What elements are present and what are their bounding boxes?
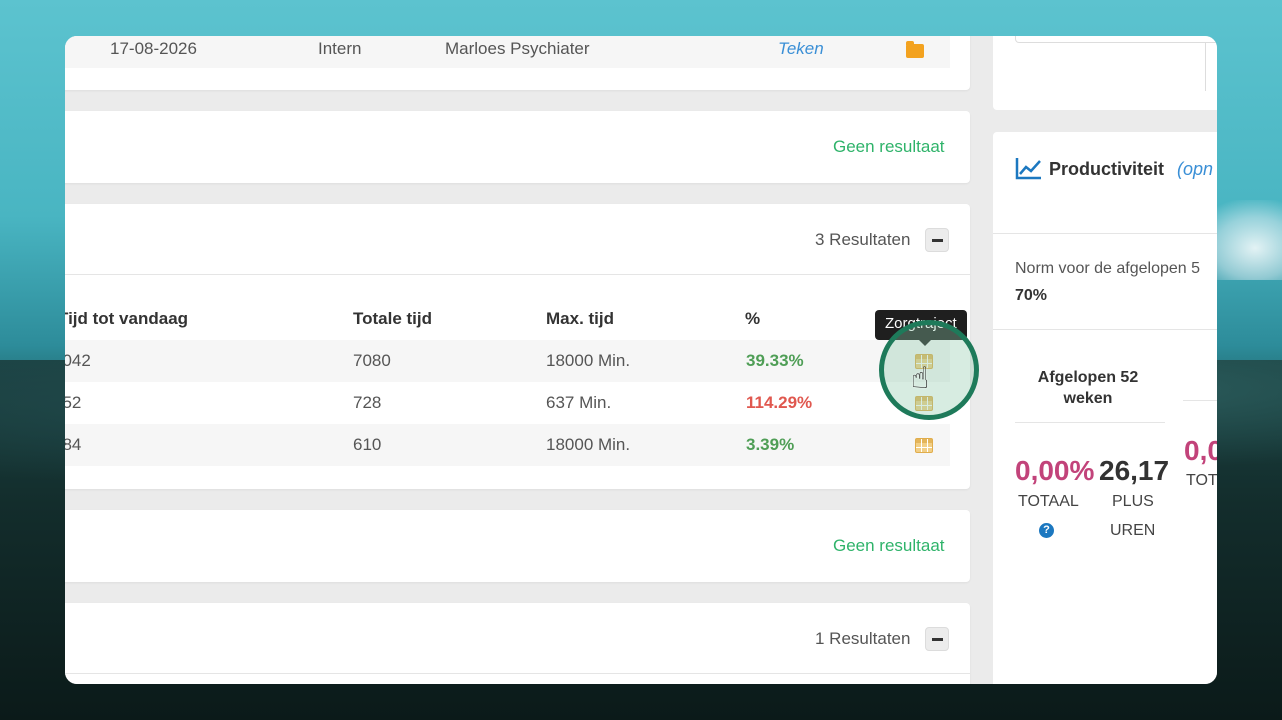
cell-time-to-date: 452	[65, 393, 82, 412]
appointment-panel: 17-08-2026 Intern Marloes Psychiater Tek…	[65, 36, 970, 90]
productivity-title: Productiviteit	[1049, 159, 1165, 179]
appointment-date: 17-08-2026	[110, 39, 197, 58]
norm-label: Norm voor de afgelopen 5	[1015, 260, 1200, 277]
total-percentage: 0,00%	[1015, 455, 1095, 486]
cell-total-time: 728	[353, 393, 382, 412]
folder-icon[interactable]	[906, 41, 924, 58]
cell-total-time: 610	[353, 435, 382, 454]
divider	[1205, 43, 1217, 91]
period-label: Afgelopen 52 weken	[1037, 369, 1139, 407]
calendar-grid-icon[interactable]	[915, 438, 933, 453]
cell-percent: 114.29%	[746, 393, 813, 412]
divider	[1015, 422, 1165, 423]
section-panel-empty-2: Geen resultaat	[65, 510, 970, 582]
section-panel-results: 3 Resultaten Tijd tot vandaag Totale tij…	[65, 204, 970, 489]
appointment-type: Intern	[318, 39, 362, 58]
cell-time-to-date: 584	[65, 435, 82, 454]
hours-label: UREN	[1110, 522, 1156, 539]
productivity-link[interactable]: (opn	[1177, 159, 1213, 180]
sidebar-top-widget	[993, 36, 1217, 110]
table-row[interactable]: 452 728 637 Min. 114.29%	[65, 382, 950, 424]
cell-max-time: 18000 Min.	[546, 351, 631, 370]
col-header-total-time: Totale tijd	[353, 309, 433, 328]
help-icon[interactable]: ?	[1039, 523, 1054, 538]
divider	[993, 329, 1217, 330]
results-count: 1 Resultaten	[815, 629, 911, 648]
third-label: TOT	[1186, 472, 1217, 489]
plus-label: PLUS	[1112, 493, 1154, 510]
results-count: 3 Resultaten	[815, 230, 911, 249]
collapse-button[interactable]	[925, 627, 949, 651]
col-header-percent: %	[745, 309, 761, 328]
divider	[65, 274, 970, 275]
plus-hours-value: 26,17	[1099, 455, 1170, 486]
cell-max-time: 18000 Min.	[546, 435, 631, 454]
divider	[65, 673, 970, 674]
section-panel-results-2: 1 Resultaten	[65, 603, 970, 684]
sign-link[interactable]: Teken	[778, 39, 824, 59]
table-row[interactable]: 584 610 18000 Min. 3.39%	[65, 424, 950, 466]
col-header-max-time: Max. tijd	[546, 309, 615, 328]
section-panel-empty-1: Geen resultaat	[65, 111, 970, 183]
appointment-person: Marloes Psychiater	[445, 39, 590, 58]
productivity-panel: Productiviteit (opn Norm voor de afgelop…	[993, 132, 1217, 684]
line-chart-icon	[1015, 158, 1041, 180]
input-box[interactable]	[1015, 36, 1217, 43]
cell-time-to-date: 7042	[65, 351, 91, 370]
no-result-text: Geen resultaat	[833, 137, 945, 156]
no-result-text: Geen resultaat	[833, 536, 945, 555]
total-label: TOTAAL	[1018, 493, 1079, 510]
cell-percent: 39.33%	[746, 351, 804, 370]
norm-value: 70%	[1015, 287, 1048, 304]
table-row[interactable]: 7042 7080 18000 Min. 39.33%	[65, 340, 950, 382]
cell-max-time: 637 Min.	[546, 393, 612, 412]
app-window: 17-08-2026 Intern Marloes Psychiater Tek…	[65, 36, 1217, 684]
cell-percent: 3.39%	[746, 435, 795, 454]
hand-cursor-icon: ☝	[911, 362, 930, 395]
third-value: 0,0	[1184, 435, 1217, 466]
divider	[993, 233, 1217, 234]
cell-total-time: 7080	[353, 351, 391, 370]
appointment-row[interactable]: 17-08-2026 Intern Marloes Psychiater Tek…	[65, 36, 950, 68]
collapse-button[interactable]	[925, 228, 949, 252]
col-header-time-to-date: Tijd tot vandaag	[65, 309, 189, 328]
divider	[1183, 400, 1217, 401]
